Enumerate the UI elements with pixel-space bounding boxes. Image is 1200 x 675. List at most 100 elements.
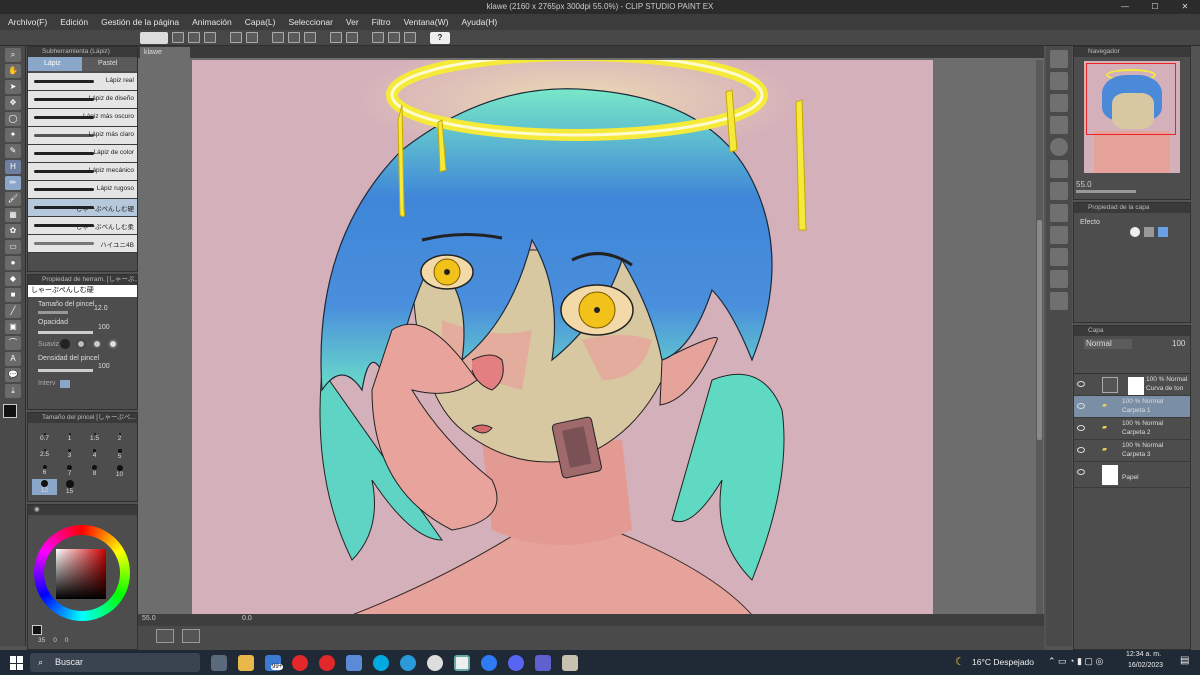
- menu-window[interactable]: Ventana(W): [404, 17, 449, 27]
- notifications-icon[interactable]: ▤: [1180, 655, 1189, 666]
- size-preset[interactable]: 15: [57, 479, 82, 495]
- snap-ruler-icon[interactable]: [372, 32, 384, 43]
- interval-row[interactable]: Interv: [28, 377, 137, 393]
- eye-icon[interactable]: [1077, 425, 1085, 431]
- density-row[interactable]: Densidad del pincel 100: [28, 355, 137, 372]
- size-preset[interactable]: 4: [82, 447, 107, 463]
- tray-icons[interactable]: ⌃ ▭ ◔ ▮ ▢ ◎: [1048, 656, 1103, 667]
- dock-icon[interactable]: [1050, 204, 1068, 222]
- hand-tool-icon[interactable]: ✋: [5, 64, 21, 78]
- size-preset[interactable]: 2.5: [32, 447, 57, 463]
- size-preset-selected[interactable]: 12: [32, 479, 57, 495]
- layer-row-selected[interactable]: ▰ 100 % Normal Carpeta 1: [1074, 396, 1190, 418]
- artwork-canvas[interactable]: [192, 60, 933, 615]
- menu-select[interactable]: Seleccionar: [288, 17, 332, 27]
- menu-animation[interactable]: Animación: [192, 17, 232, 27]
- clock-time[interactable]: 12:34 a. m.: [1126, 651, 1161, 658]
- eraser-icon[interactable]: ▭: [5, 240, 21, 254]
- store-icon[interactable]: [346, 654, 362, 671]
- pencil-tool-icon[interactable]: ✏: [5, 176, 21, 190]
- opacity-row[interactable]: Opacidad 100: [28, 319, 137, 335]
- blend-mode-select[interactable]: Normal: [1084, 339, 1132, 349]
- text-tool-icon[interactable]: A: [5, 352, 21, 366]
- menu-filter[interactable]: Filtro: [372, 17, 391, 27]
- brush-item-selected[interactable]: しゃーぷぺんしむ硬: [28, 199, 137, 217]
- dock-icon[interactable]: [1050, 72, 1068, 90]
- zoom-tool-icon[interactable]: ⌕: [5, 48, 21, 62]
- document-tab[interactable]: klawe: [140, 47, 190, 58]
- eye-icon[interactable]: [1077, 381, 1085, 387]
- layer-opacity[interactable]: 100: [1172, 339, 1185, 348]
- menu-edit[interactable]: Edición: [60, 17, 88, 27]
- canvas-vertical-scrollbar[interactable]: [1036, 60, 1043, 615]
- angle-value[interactable]: 0.0: [242, 615, 252, 622]
- snap-special-icon[interactable]: [404, 32, 416, 43]
- brush-item[interactable]: Lápiz más oscuro: [28, 109, 137, 127]
- lasso-icon[interactable]: ◯: [5, 112, 21, 126]
- app-icon[interactable]: [535, 654, 551, 671]
- zoom-value[interactable]: 55.0: [142, 615, 156, 622]
- brush-item[interactable]: しゃーぷぺんしむ柔: [28, 217, 137, 235]
- scroll-thumb[interactable]: [1037, 220, 1042, 440]
- taskbar-search[interactable]: ⌕ Buscar: [30, 653, 200, 672]
- brush-size-row[interactable]: Tamaño del pincel 12.0: [28, 301, 137, 317]
- layer-row[interactable]: Papel: [1074, 462, 1190, 488]
- redo-icon[interactable]: [246, 32, 258, 43]
- airbrush-icon[interactable]: ▦: [5, 208, 21, 222]
- correct-line-icon[interactable]: ⤓: [5, 384, 21, 398]
- size-preset[interactable]: 3: [57, 447, 82, 463]
- navigator-thumbnail[interactable]: [1084, 61, 1180, 173]
- media-icon[interactable]: [427, 654, 443, 671]
- saturation-square[interactable]: [56, 549, 106, 599]
- layer-row[interactable]: 100 % Normal Curva de ton: [1074, 374, 1190, 396]
- current-color-icon[interactable]: [32, 625, 42, 635]
- clock-date[interactable]: 16/02/2023: [1128, 662, 1163, 669]
- decoration-icon[interactable]: ✿: [5, 224, 21, 238]
- gradient-icon[interactable]: ■: [5, 288, 21, 302]
- windows-start-icon[interactable]: [10, 656, 24, 670]
- camera-icon[interactable]: [182, 629, 200, 643]
- file-explorer-icon[interactable]: [238, 654, 254, 671]
- fill-tool-icon[interactable]: ◆: [5, 272, 21, 286]
- size-preset[interactable]: 10: [107, 463, 132, 479]
- zoom-icon[interactable]: [481, 654, 497, 671]
- weather-text[interactable]: 16°C Despejado: [972, 657, 1034, 667]
- magic-wand-icon[interactable]: ✦: [5, 128, 21, 142]
- help-icon[interactable]: ?: [430, 31, 450, 44]
- size-preset[interactable]: 1.5: [82, 431, 107, 447]
- size-preset[interactable]: 0.7: [32, 431, 57, 447]
- fill-icon[interactable]: [346, 32, 358, 43]
- dock-icon[interactable]: [1050, 182, 1068, 200]
- dock-icon[interactable]: [1050, 160, 1068, 178]
- navigator-zoom-slider[interactable]: [1076, 190, 1136, 193]
- opera-gx-icon[interactable]: [319, 654, 335, 671]
- eye-icon[interactable]: [1077, 403, 1085, 409]
- menu-view[interactable]: Ver: [346, 17, 359, 27]
- opera-icon[interactable]: [292, 654, 308, 671]
- balloon-icon[interactable]: 💬: [5, 368, 21, 382]
- menu-page[interactable]: Gestión de la página: [101, 17, 179, 27]
- size-preset[interactable]: 8: [82, 463, 107, 479]
- clip-studio-icon[interactable]: [140, 31, 168, 44]
- clear-icon[interactable]: [330, 32, 342, 43]
- page-view-icon[interactable]: [156, 629, 174, 643]
- layer-color-icon[interactable]: [1158, 227, 1168, 237]
- dock-icon[interactable]: [1050, 270, 1068, 288]
- size-preset[interactable]: 1: [57, 431, 82, 447]
- size-preset[interactable]: 5: [107, 447, 132, 463]
- deselect-icon[interactable]: [288, 32, 300, 43]
- border-effect-icon[interactable]: [1130, 227, 1140, 237]
- search-icon[interactable]: [1050, 138, 1068, 156]
- discord-icon[interactable]: [508, 654, 524, 671]
- transform-icon[interactable]: [272, 32, 284, 43]
- dock-icon[interactable]: [1050, 226, 1068, 244]
- tone-icon[interactable]: [1144, 227, 1154, 237]
- save-icon[interactable]: [204, 32, 216, 43]
- operation-tool-icon[interactable]: ➤: [5, 80, 21, 94]
- size-preset[interactable]: 2: [107, 431, 132, 447]
- menu-layer[interactable]: Capa(L): [245, 17, 276, 27]
- new-file-icon[interactable]: [172, 32, 184, 43]
- layer-row[interactable]: ▰ 100 % Normal Carpeta 2: [1074, 418, 1190, 440]
- blend-icon[interactable]: ●: [5, 256, 21, 270]
- tab-pencil[interactable]: Lápiz: [28, 57, 82, 71]
